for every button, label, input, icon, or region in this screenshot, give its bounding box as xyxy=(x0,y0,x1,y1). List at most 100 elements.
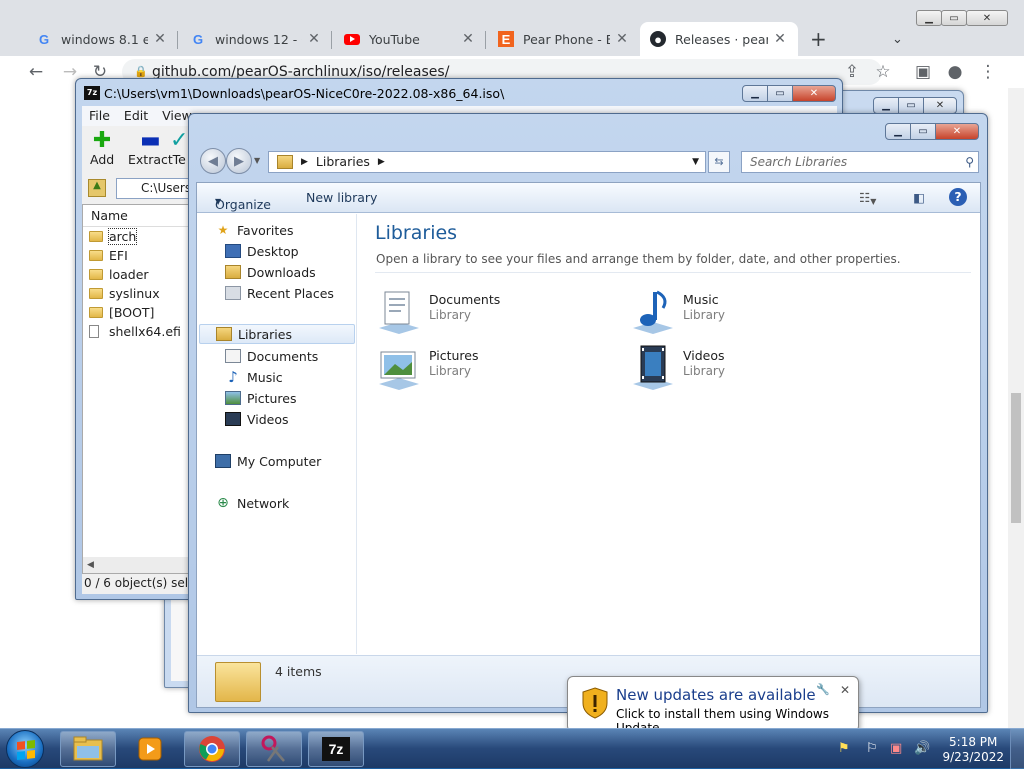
nav-favorites[interactable]: ★ Favorites xyxy=(215,220,294,240)
back-arrow-icon[interactable]: ◀ xyxy=(200,148,226,174)
search-input[interactable]: Search Libraries ⚲ xyxy=(741,151,979,173)
test-button[interactable]: ✓ Te xyxy=(170,130,188,168)
library-pictures[interactable]: Pictures Library xyxy=(375,344,605,398)
horizontal-scrollbar[interactable]: ◀ xyxy=(83,557,191,573)
tab-windows12[interactable]: G windows 12 - Go ✕ xyxy=(180,22,332,56)
menu-kebab-icon[interactable]: ⋮ xyxy=(976,60,1000,84)
chevron-right-icon[interactable]: ▶ xyxy=(378,152,385,172)
taskbar-chrome[interactable] xyxy=(184,731,240,767)
side-panel-icon[interactable]: ▣ xyxy=(911,60,935,84)
start-button[interactable] xyxy=(6,730,44,768)
minimize-button[interactable]: ▁ xyxy=(742,85,768,102)
tab-pear-phone[interactable]: E Pear Phone - Ets ✕ xyxy=(488,22,640,56)
list-item[interactable]: EFI xyxy=(83,246,191,265)
menu-file[interactable]: File xyxy=(82,106,117,126)
close-icon[interactable]: ✕ xyxy=(152,31,168,47)
maximize-button[interactable]: ▭ xyxy=(767,85,793,102)
back-arrow-icon[interactable]: ← xyxy=(24,60,48,84)
help-icon[interactable]: ? xyxy=(949,188,967,206)
close-icon[interactable]: ✕ xyxy=(772,31,788,47)
new-tab-button[interactable]: + xyxy=(800,22,834,56)
bookmark-star-icon[interactable]: ☆ xyxy=(871,60,895,84)
settings-wrench-icon[interactable]: 🔧 xyxy=(816,683,830,696)
add-button[interactable]: ✚ Add xyxy=(90,130,114,168)
library-name: Videos xyxy=(683,348,725,363)
scissors-icon xyxy=(261,735,285,762)
close-icon[interactable]: ✕ xyxy=(460,31,476,47)
preview-pane-icon[interactable]: ◧ xyxy=(913,190,925,205)
breadcrumb-libraries[interactable]: Libraries xyxy=(316,152,370,172)
forward-arrow-icon[interactable]: ▶ xyxy=(226,148,252,174)
nav-my-computer[interactable]: My Computer xyxy=(215,451,321,471)
action-center-icon[interactable]: ⚐ xyxy=(866,741,878,756)
maximize-button[interactable]: ▭ xyxy=(898,97,924,114)
profile-icon[interactable]: ● xyxy=(943,60,967,84)
nav-documents[interactable]: Documents xyxy=(225,346,318,366)
tab-search-icon[interactable]: ⌄ xyxy=(882,22,908,56)
clock[interactable]: 5:18 PM 9/23/2022 xyxy=(942,735,1004,765)
tab-releases[interactable]: ● Releases · pearO ✕ xyxy=(640,22,798,56)
menu-edit[interactable]: Edit xyxy=(117,106,155,126)
taskbar-explorer[interactable] xyxy=(60,731,116,767)
close-button[interactable]: ✕ xyxy=(923,97,957,114)
share-icon[interactable]: ⇪ xyxy=(840,60,864,84)
maximize-button[interactable]: ▭ xyxy=(910,123,936,140)
new-library-button[interactable]: New library xyxy=(306,190,377,205)
videos-icon xyxy=(225,412,241,426)
nav-libraries[interactable]: Libraries xyxy=(199,324,355,344)
folder-icon xyxy=(89,307,103,318)
windows-update-icon[interactable]: ⚑ xyxy=(838,741,850,756)
library-documents[interactable]: Documents Library xyxy=(375,288,605,342)
volume-icon[interactable]: 🔊 xyxy=(914,741,930,756)
breadcrumb[interactable]: ▶ Libraries ▶ ▼ xyxy=(268,151,706,173)
tab-youtube[interactable]: YouTube ✕ xyxy=(334,22,486,56)
nav-pictures[interactable]: Pictures xyxy=(225,388,297,408)
network-disconnected-icon[interactable]: ▣ xyxy=(890,741,902,756)
nav-network[interactable]: ⊕ Network xyxy=(215,493,289,513)
up-folder-icon[interactable]: ▲ xyxy=(88,179,106,197)
organize-label: Organize xyxy=(215,197,271,212)
list-item[interactable]: shellx64.efi xyxy=(83,322,191,341)
recent-pages-dropdown-icon[interactable]: ▼ xyxy=(254,156,260,165)
show-desktop-button[interactable] xyxy=(1010,729,1024,769)
close-button[interactable]: ✕ xyxy=(935,123,979,140)
update-notification[interactable]: New updates are available Click to insta… xyxy=(567,676,859,744)
tab-title: Pear Phone - Ets xyxy=(523,31,610,47)
maximize-button[interactable]: ▭ xyxy=(941,10,967,26)
chevron-right-icon[interactable]: ▶ xyxy=(301,152,308,172)
sevenzip-icon: 7z xyxy=(84,86,100,100)
taskbar-media-player[interactable] xyxy=(122,731,178,767)
nav-videos[interactable]: Videos xyxy=(225,409,289,429)
scrollbar-thumb[interactable] xyxy=(1011,393,1021,523)
close-icon[interactable]: ✕ xyxy=(840,683,850,697)
refresh-icon[interactable]: ⇆ xyxy=(708,151,730,173)
window-controls: ▁ ▭ ✕ xyxy=(742,85,836,102)
nav-recent-places[interactable]: Recent Places xyxy=(225,283,334,303)
tab-windows81[interactable]: G windows 8.1 end ✕ xyxy=(26,22,178,56)
column-header-name[interactable]: Name xyxy=(83,205,191,227)
taskbar-7zip[interactable]: 7z xyxy=(308,731,364,767)
library-music[interactable]: Music Library xyxy=(629,288,859,342)
close-icon[interactable]: ✕ xyxy=(614,31,630,47)
nav-music[interactable]: ♪ Music xyxy=(225,367,282,387)
nav-desktop[interactable]: Desktop xyxy=(225,241,299,261)
page-scrollbar[interactable] xyxy=(1008,88,1024,730)
list-item[interactable]: syslinux xyxy=(83,284,191,303)
minimize-button[interactable]: ▁ xyxy=(885,123,911,140)
library-videos[interactable]: Videos Library xyxy=(629,344,859,398)
extract-button[interactable]: ▬ Extract xyxy=(128,130,173,168)
close-icon[interactable]: ✕ xyxy=(306,31,322,47)
list-item[interactable]: [BOOT] xyxy=(83,303,191,322)
close-button[interactable]: ✕ xyxy=(966,10,1008,26)
page-subtitle: Open a library to see your files and arr… xyxy=(376,252,901,266)
address-dropdown-icon[interactable]: ▼ xyxy=(692,152,699,172)
nav-downloads[interactable]: Downloads xyxy=(225,262,316,282)
close-button[interactable]: ✕ xyxy=(792,85,836,102)
list-item[interactable]: loader xyxy=(83,265,191,284)
minimize-button[interactable]: ▁ xyxy=(916,10,942,26)
google-icon: G xyxy=(38,31,50,47)
list-item[interactable]: arch xyxy=(83,227,191,246)
taskbar-snipping-tool[interactable] xyxy=(246,731,302,767)
minimize-button[interactable]: ▁ xyxy=(873,97,899,114)
view-options-icon[interactable]: ☷ ▼ xyxy=(859,190,876,206)
